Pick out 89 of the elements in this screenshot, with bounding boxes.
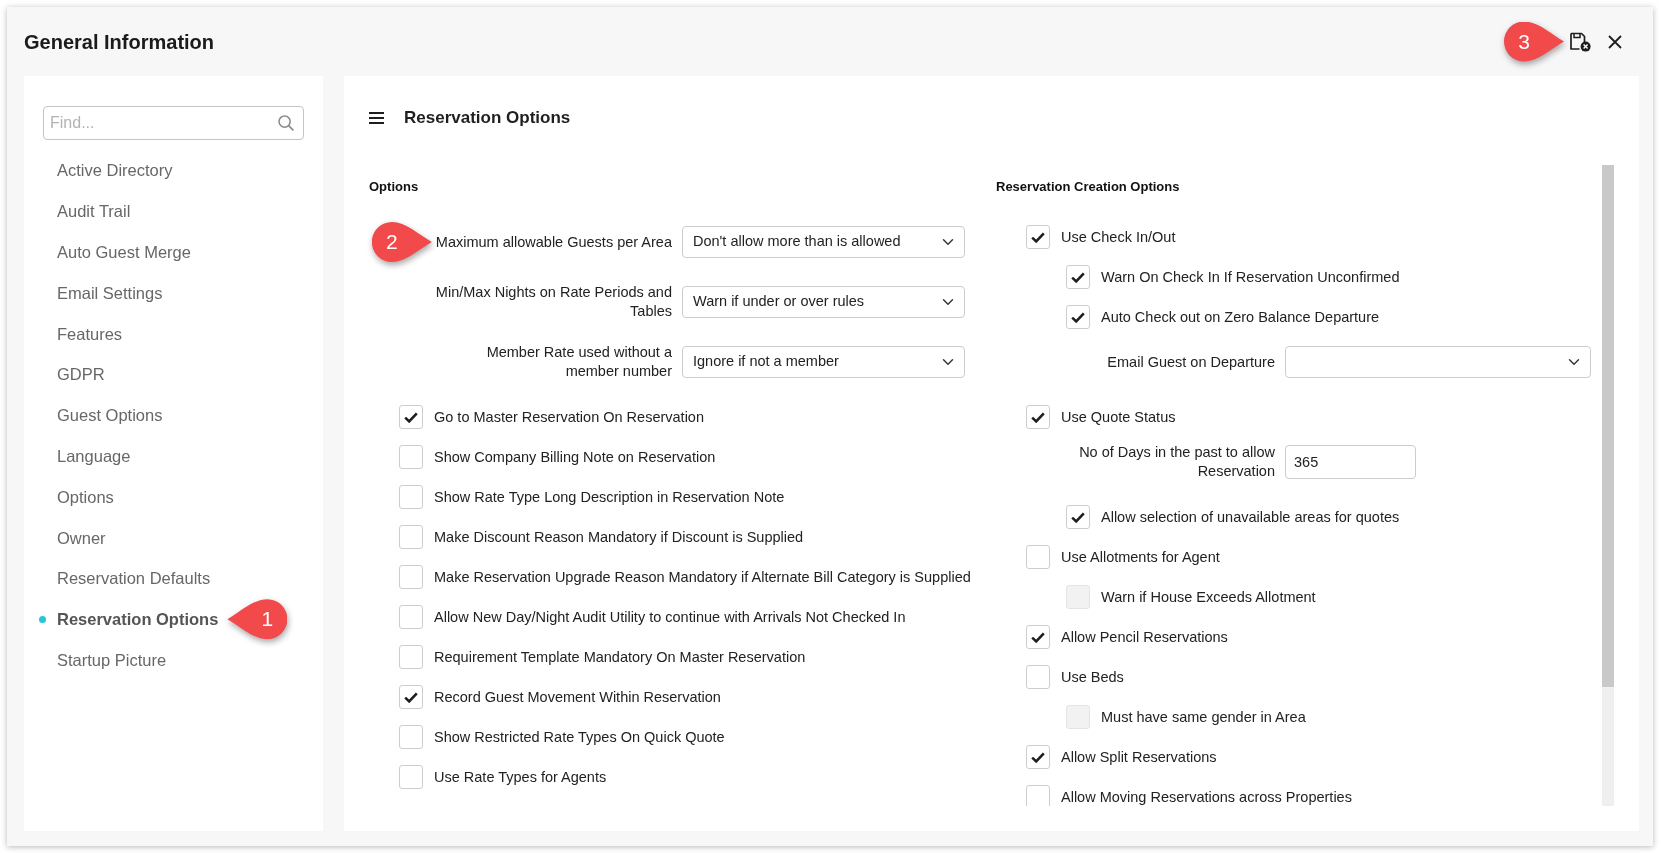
checkbox[interactable] bbox=[1066, 305, 1090, 329]
checkbox[interactable] bbox=[1026, 665, 1050, 689]
checkbox[interactable] bbox=[399, 645, 423, 669]
close-icon[interactable] bbox=[1608, 34, 1622, 49]
option-label: Show Company Billing Note on Reservation bbox=[434, 448, 716, 467]
checkbox[interactable] bbox=[399, 765, 423, 789]
sidebar-item[interactable]: Features bbox=[39, 322, 123, 345]
option-label: Make Reservation Upgrade Reason Mandatory if Alternate Bill Category is Supplied bbox=[434, 568, 971, 587]
checkbox[interactable] bbox=[1026, 405, 1050, 429]
sidebar-item[interactable]: Audit Trail bbox=[39, 200, 131, 223]
checkbox[interactable] bbox=[399, 685, 423, 709]
option-label: Use Allotments for Agent bbox=[1061, 548, 1220, 567]
check-icon bbox=[1031, 751, 1045, 763]
search-icon[interactable] bbox=[278, 115, 294, 131]
checkbox[interactable] bbox=[399, 445, 423, 469]
check-icon bbox=[1031, 631, 1045, 643]
sidebar-item[interactable]: Reservation Defaults bbox=[39, 567, 211, 590]
sidebar-item[interactable]: Options bbox=[39, 485, 114, 508]
sidebar-item[interactable]: Email Settings bbox=[39, 281, 163, 304]
sidebar-item[interactable]: Language bbox=[39, 444, 131, 467]
checkbox[interactable] bbox=[1066, 505, 1090, 529]
check-icon bbox=[1031, 231, 1045, 243]
option-label: Use Beds bbox=[1061, 668, 1124, 687]
checkbox[interactable] bbox=[1066, 265, 1090, 289]
floppy-disk-icon[interactable] bbox=[1569, 31, 1591, 52]
option-label: Allow New Day/Night Audit Utility to continue with Arrivals Not Checked In bbox=[434, 608, 906, 627]
option-label: Warn On Check In If Reservation Unconfirmed bbox=[1101, 268, 1400, 287]
checkbox[interactable] bbox=[399, 525, 423, 549]
option-label: Show Rate Type Long Description in Reservation Note bbox=[434, 488, 785, 507]
checkbox[interactable] bbox=[399, 565, 423, 589]
checkbox[interactable] bbox=[1026, 785, 1050, 806]
dropdown-field[interactable]: Warn if under or over rules bbox=[682, 286, 965, 318]
active-dot-icon bbox=[39, 615, 46, 623]
dropdown-field[interactable] bbox=[1285, 346, 1591, 378]
option-label: Auto Check out on Zero Balance Departure bbox=[1101, 308, 1380, 327]
option-label: Must have same gender in Area bbox=[1101, 708, 1306, 727]
checkbox[interactable] bbox=[1026, 745, 1050, 769]
search-field[interactable]: Find... bbox=[43, 106, 304, 140]
option-label: Make Discount Reason Mandatory if Discount is Supplied bbox=[434, 528, 804, 547]
scrollbar[interactable] bbox=[1602, 165, 1614, 806]
check-icon bbox=[1071, 311, 1085, 323]
dropdown-field[interactable]: Don't allow more than is allowed bbox=[682, 226, 965, 258]
field-label: Email Guest on Departure bbox=[1107, 352, 1275, 372]
checkbox[interactable] bbox=[1026, 225, 1050, 249]
scrollbar-thumb[interactable] bbox=[1602, 165, 1614, 687]
step-callout: 3 bbox=[1504, 21, 1564, 62]
check-icon bbox=[1071, 271, 1085, 283]
input-field[interactable]: 365 bbox=[1285, 445, 1416, 479]
sidebar-item[interactable]: Reservation Options bbox=[39, 608, 219, 631]
step-callout: 2 bbox=[371, 222, 432, 262]
checkbox[interactable] bbox=[399, 605, 423, 629]
option-label: Allow selection of unavailable areas for quotes bbox=[1101, 508, 1400, 527]
field-label: No of Days in the past to allow Reservation bbox=[1078, 443, 1275, 481]
checkbox[interactable] bbox=[399, 485, 423, 509]
check-icon bbox=[1031, 411, 1045, 423]
option-label: Warn if House Exceeds Allotment bbox=[1101, 588, 1316, 607]
check-icon bbox=[404, 691, 418, 703]
option-label: Allow Pencil Reservations bbox=[1061, 628, 1228, 647]
option-label: Go to Master Reservation On Reservation bbox=[434, 408, 704, 427]
sidebar-item[interactable]: Startup Picture bbox=[39, 648, 167, 671]
sidebar-item[interactable]: Guest Options bbox=[39, 404, 163, 427]
field-label: Member Rate used without a member number bbox=[485, 343, 672, 381]
option-label: Requirement Template Mandatory On Master Reservation bbox=[434, 648, 806, 667]
option-label: Use Check In/Out bbox=[1061, 228, 1176, 247]
panel-title: Reservation Options bbox=[404, 107, 571, 129]
check-icon bbox=[404, 411, 418, 423]
sidebar-item[interactable]: Owner bbox=[39, 526, 106, 549]
menu-icon[interactable] bbox=[369, 112, 384, 124]
option-label: Use Quote Status bbox=[1061, 408, 1176, 427]
option-label: Allow Moving Reservations across Properties bbox=[1061, 788, 1352, 806]
field-label: Min/Max Nights on Rate Periods and Tables bbox=[434, 283, 672, 321]
section-heading: Reservation Creation Options bbox=[996, 178, 1180, 196]
check-icon bbox=[1071, 511, 1085, 523]
window-title: General Information bbox=[24, 29, 215, 54]
option-label: Show Restricted Rate Types On Quick Quote bbox=[434, 728, 725, 747]
checkbox[interactable] bbox=[399, 725, 423, 749]
option-label: Record Guest Movement Within Reservation bbox=[434, 688, 721, 707]
section-heading: Options bbox=[369, 178, 419, 196]
checkbox[interactable] bbox=[1026, 625, 1050, 649]
checkbox[interactable] bbox=[1026, 545, 1050, 569]
sidebar-item[interactable]: GDPR bbox=[39, 363, 105, 386]
step-callout: 1 bbox=[227, 599, 288, 640]
option-label: Use Rate Types for Agents bbox=[434, 768, 607, 787]
dropdown-field[interactable]: Ignore if not a member bbox=[682, 346, 965, 378]
sidebar-item[interactable]: Auto Guest Merge bbox=[39, 241, 191, 263]
sidebar-item[interactable]: Active Directory bbox=[39, 159, 173, 182]
field-label: Maximum allowable Guests per Area bbox=[435, 232, 672, 252]
option-label: Allow Split Reservations bbox=[1061, 748, 1217, 767]
checkbox[interactable] bbox=[399, 405, 423, 429]
